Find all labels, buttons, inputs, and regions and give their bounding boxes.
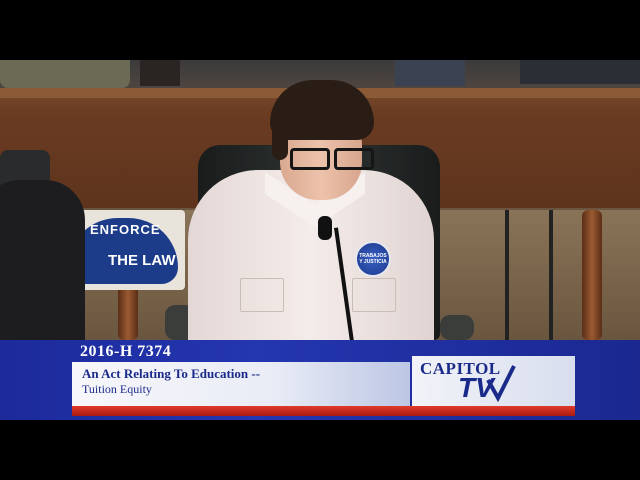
glasses-icon — [290, 148, 376, 170]
campaign-button: TRABAJOS Y JUSTICIA — [355, 241, 391, 277]
audience-member — [395, 60, 465, 86]
audience-member — [140, 60, 180, 86]
shirt-pocket-left — [240, 278, 284, 312]
letterbox-top — [0, 0, 640, 60]
bill-subtitle: Tuition Equity — [82, 382, 152, 396]
speaker-hair-side — [272, 110, 288, 160]
bill-title: An Act Relating To Education -- — [82, 366, 261, 381]
checkmark-icon — [486, 365, 516, 403]
audience-member — [0, 60, 130, 88]
microphone-icon — [318, 216, 332, 240]
badge-text: TRABAJOS Y JUSTICIA — [359, 253, 387, 265]
shirt-pocket-right — [352, 278, 396, 312]
armrest-right — [440, 315, 474, 340]
audience-member — [520, 60, 640, 84]
banner-red-bar — [72, 406, 575, 416]
sign-text-bottom: THE LAW — [108, 252, 176, 269]
chair-legs — [505, 210, 553, 340]
baluster — [582, 210, 602, 340]
sign-text-top: ENFORCE — [90, 222, 161, 237]
bill-number: 2016-H 7374 — [80, 343, 172, 360]
letterbox-bottom — [0, 420, 640, 480]
person-left — [0, 180, 85, 350]
